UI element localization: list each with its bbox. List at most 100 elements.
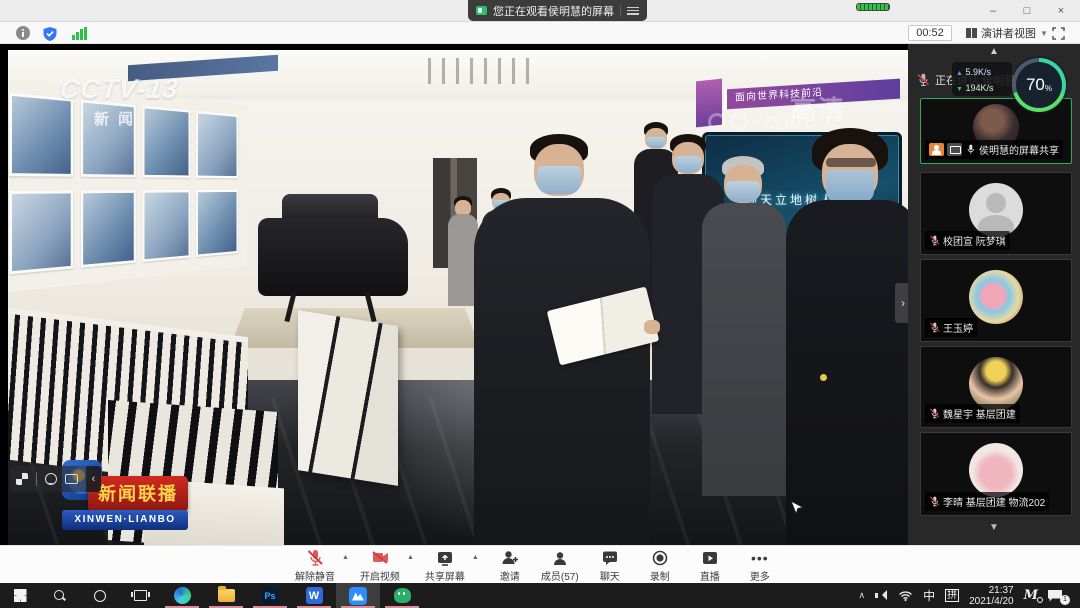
mic-icon [965, 144, 976, 155]
elderly-man [702, 156, 786, 496]
task-view-button[interactable] [120, 583, 160, 608]
screen-share-monitor-icon [476, 6, 487, 15]
taskbar-clock[interactable]: 21:37 2021/4/20 [969, 585, 1014, 607]
wechat-icon [394, 588, 411, 603]
view-mode-switcher[interactable]: 演讲者视图 ▼ [966, 25, 1048, 41]
participant-tile[interactable]: 校团宣 阮梦琪 [920, 172, 1072, 255]
maximize-button[interactable]: □ [1012, 0, 1042, 22]
network-signal-icon[interactable] [72, 27, 87, 40]
participant-name: 侯明慧的屏幕共享 [979, 142, 1059, 157]
screen-share-badge-icon [947, 143, 962, 156]
annotation-toolbar[interactable]: ‹ [10, 466, 101, 492]
taskbar-app-wechat[interactable] [380, 583, 424, 608]
taskbar-app-wps[interactable]: W [292, 583, 336, 608]
chat-bubble-icon [601, 549, 619, 566]
taskbar-app-explorer[interactable] [204, 583, 248, 608]
speaker-muted-icon[interactable]: × [875, 590, 888, 601]
file-explorer-icon [218, 589, 235, 602]
view-mode-label: 演讲者视图 [981, 25, 1036, 41]
windows-logo-icon [14, 589, 27, 602]
participant-name: 校团宣 阮梦琪 [943, 233, 1006, 248]
screen-watch-banner-label: 您正在观看侯明慧的屏幕 [493, 3, 614, 19]
scroll-up-arrow-icon[interactable]: ▲ [908, 46, 1080, 57]
unmute-button[interactable]: 解除静音 [292, 548, 338, 583]
mic-muted-icon [929, 496, 940, 507]
close-button[interactable]: × [1046, 0, 1076, 22]
live-stream-button[interactable]: 直播 [687, 548, 733, 583]
news-logo-cn: 新闻联播 [88, 476, 188, 512]
minimize-button[interactable]: – [978, 0, 1008, 22]
cortana-button[interactable] [80, 583, 120, 608]
start-button[interactable] [0, 583, 40, 608]
foreground-white-boards [298, 310, 398, 486]
meeting-timer: 00:52 [908, 25, 952, 41]
mic-muted-icon [916, 73, 930, 87]
shared-screen-video: 面向世界科技前沿 顶天立地树人 [8, 50, 908, 545]
video-options-caret-icon[interactable]: ▲ [407, 554, 414, 561]
avatar [969, 357, 1023, 411]
sidebar-collapse-handle[interactable]: › [895, 283, 908, 323]
ime-brand-icon[interactable]: M [1024, 588, 1038, 603]
mouse-cursor [790, 500, 805, 516]
annotation-grid-icon[interactable] [16, 473, 28, 485]
annotation-collapse-chevron-icon[interactable]: ‹ [86, 466, 101, 492]
meeting-statusbar: 00:52 演讲者视图 ▼ [0, 22, 1080, 44]
screen-share-icon [436, 549, 454, 567]
share-options-caret-icon[interactable]: ▲ [472, 554, 479, 561]
ime-language-indicator[interactable]: 中 [923, 587, 935, 604]
comment-icon[interactable] [65, 474, 78, 484]
start-video-button[interactable]: 开启视频 [357, 548, 403, 583]
system-tray: ∧ × 中 拼 21:37 2021/4/20 M 1 [859, 583, 1080, 608]
invite-button[interactable]: 邀请 [487, 548, 533, 583]
ime-pinyin-indicator[interactable]: 拼 [945, 589, 959, 602]
fullscreen-icon[interactable] [1052, 27, 1065, 40]
cctv-watermark-sub: 新闻 [94, 108, 142, 129]
camera-off-icon [371, 549, 389, 566]
participant-name: 王玉婷 [943, 320, 973, 335]
mic-muted-icon [929, 322, 940, 333]
participant-tile[interactable]: 李晴 基层团建 物流202 [920, 432, 1072, 516]
banner-menu-icon[interactable] [627, 6, 639, 16]
participant-name: 李晴 基层团建 物流202 [943, 494, 1045, 509]
meeting-app-icon [349, 587, 367, 605]
taskbar-search-button[interactable] [40, 583, 80, 608]
meeting-controlbar: 解除静音 ▲ 开启视频 ▲ 共享屏幕 ▲ 邀请 成员(57) [0, 545, 1080, 583]
edge-browser-icon [174, 587, 191, 604]
foreground-masked-man [786, 128, 908, 545]
more-button[interactable]: ••• 更多 [737, 548, 783, 583]
task-view-icon [134, 590, 147, 601]
shared-screen-stage: 面向世界科技前沿 顶天立地树人 [0, 44, 908, 545]
window-titlebar: 您正在观看侯明慧的屏幕 – □ × [0, 0, 1080, 22]
scroll-down-arrow-icon[interactable]: ▼ [908, 522, 1080, 533]
share-screen-button[interactable]: 共享屏幕 [422, 548, 468, 583]
screen-watch-banner[interactable]: 您正在观看侯明慧的屏幕 [468, 0, 647, 21]
photoshop-icon: Ps [262, 587, 279, 604]
clock-date: 2021/4/20 [969, 596, 1014, 607]
clock-time: 21:37 [969, 585, 1014, 596]
mic-muted-icon [929, 408, 940, 419]
security-shield-icon[interactable] [42, 26, 58, 41]
wps-icon: W [306, 587, 323, 604]
taskbar-app-edge[interactable] [160, 583, 204, 608]
wifi-icon[interactable] [898, 589, 913, 602]
participant-tile[interactable]: 魏星宇 基层团建 [920, 346, 1072, 428]
tray-expand-caret-icon[interactable]: ∧ [859, 590, 866, 601]
person-plus-icon [501, 549, 519, 566]
cortana-icon [94, 590, 106, 602]
emoji-icon[interactable] [45, 473, 57, 485]
site-watermark: ·com [708, 108, 809, 136]
chat-button[interactable]: 聊天 [587, 548, 633, 583]
participant-tile[interactable]: 王玉婷 [920, 259, 1072, 342]
members-button[interactable]: 成员(57) [537, 548, 583, 583]
avatar [969, 443, 1023, 497]
more-dots-icon: ••• [751, 548, 769, 567]
record-button[interactable]: 录制 [637, 548, 683, 583]
avatar [969, 270, 1023, 324]
taskbar-app-photoshop[interactable]: Ps [248, 583, 292, 608]
cctv-watermark: CCTV-13 [58, 74, 180, 105]
mic-options-caret-icon[interactable]: ▲ [342, 554, 349, 561]
download-arrow-icon: ▼ [956, 86, 963, 93]
taskbar-app-meeting[interactable] [336, 583, 380, 608]
meeting-info-icon[interactable] [16, 26, 30, 40]
toolbar-divider [36, 472, 37, 486]
